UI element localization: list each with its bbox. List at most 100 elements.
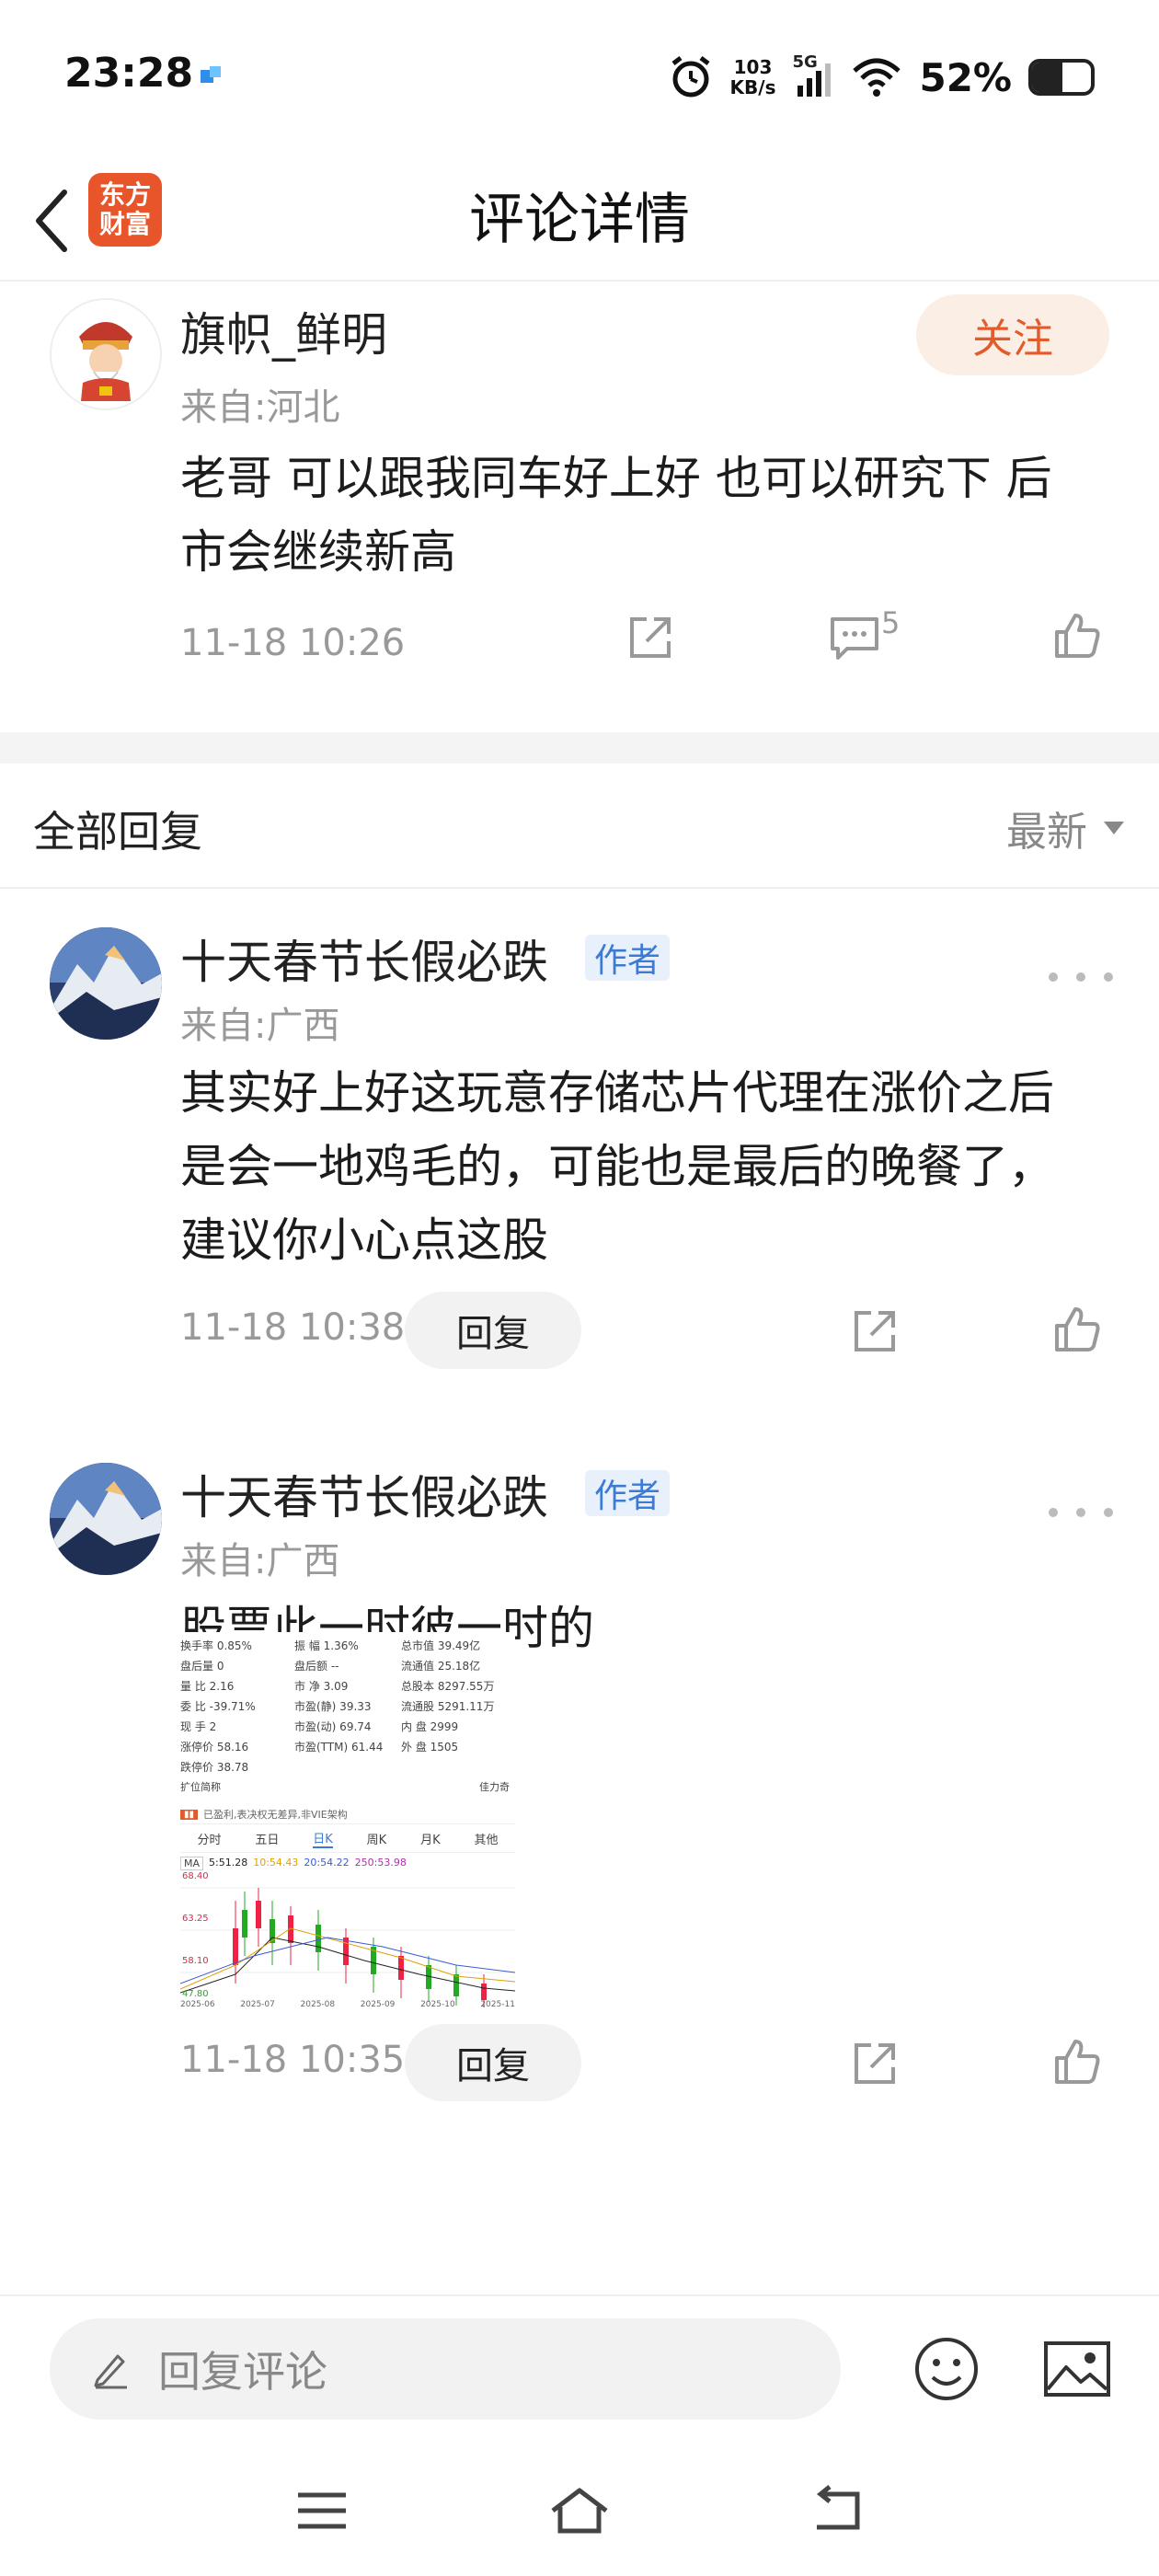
more-dot [1104,1508,1113,1517]
home-button[interactable] [543,2478,616,2543]
thumbs-up-icon [1055,1307,1100,1351]
signal-bars-icon [798,63,832,97]
comment-button[interactable] [822,605,887,670]
stock-stat: 内 盘 2999 [401,1720,459,1733]
avatar[interactable] [50,1463,162,1575]
stock-stat: 流通值 25.18亿 [401,1660,481,1673]
emoji-button[interactable] [907,2329,986,2409]
share-button[interactable] [843,1299,907,1363]
stock-tab: 五日 [255,1833,280,1847]
ma10-value: 10:54.43 [253,1857,299,1869]
reply-count: 5 [881,605,901,640]
share-button[interactable] [618,605,683,670]
ma20-value: 20:54.22 [304,1857,350,1869]
stock-stat: 市 净 3.09 [294,1680,349,1693]
stock-tab: 其他 [474,1833,499,1847]
user-name[interactable]: 十天春节长假必跌 [180,1461,548,1527]
menu-button[interactable] [285,2478,359,2543]
caret-down-icon [1104,822,1124,834]
reply-line: 是会一地鸡毛的，可能也是最后的晚餐了， [180,1140,1054,1193]
status-bar: 23:28 103 KB/s 5G 52% [0,0,1159,156]
battery-fill [1032,63,1063,92]
user-name[interactable]: 十天春节长假必跌 [180,926,548,992]
date-tick: 2025-09 [360,2000,396,2009]
reply-comment-input[interactable]: 回复评论 [50,2318,841,2420]
reply-line: 其实好上好这玩意存储芯片代理在涨价之后 [180,1066,1054,1120]
nav-header: 东方 财富 评论详情 [0,156,1159,282]
brand-label: 佳力奇 [479,1781,510,1793]
date-tick: 2025-06 [180,2000,215,2009]
more-options-button[interactable] [1049,1494,1113,1531]
like-button[interactable] [1045,2030,1109,2094]
original-comment: 旗帜_鲜明 来自:河北 关注 老哥 可以跟我同车好上好 也可以研究下 后 市会继… [0,282,1159,732]
comment-line: 市会继续新高 [180,525,456,579]
stock-stat: 流通股 5291.11万 [401,1700,495,1713]
battery-percent: 52% [919,54,1012,100]
author-badge: 作者 [585,935,671,981]
avatar[interactable] [50,298,162,410]
date-axis: 2025-06 2025-07 2025-08 2025-09 2025-10 2025-… [180,2000,515,2009]
stock-stat: 市盈(TTM) 61.44 [294,1741,384,1754]
more-dot [1076,972,1085,982]
user-name[interactable]: 旗帜_鲜明 [180,298,387,364]
avatar-mountain-icon [50,1463,162,1575]
image-button[interactable] [1038,2329,1117,2409]
stock-stat: 量 比 2.16 [180,1680,235,1693]
more-dot [1104,972,1113,982]
section-divider [0,732,1159,764]
stock-stat: 盘后额 -- [294,1660,339,1673]
stock-stat: 外 盘 1505 [401,1741,459,1754]
reply-button[interactable]: 回复 [405,1292,581,1369]
bottom-input-bar: 回复评论 [0,2294,1159,2442]
location-text: 来自:河北 [180,386,340,429]
reply-button[interactable]: 回复 [405,2024,581,2101]
system-nav-bar [0,2442,1159,2576]
stock-tab: 月K [420,1833,441,1847]
reply-item: 十天春节长假必跌 作者 来自:广西 其实好上好这玩意存储芯片代理在涨价之后 是会… [0,891,1159,1433]
back-nav-button[interactable] [800,2478,874,2543]
pencil-icon [94,2354,127,2389]
timestamp: 11-18 10:38 [180,1306,406,1349]
stock-tabs: 分时 五日 日K 周K 月K 其他 [180,1823,515,1853]
like-button[interactable] [1045,1297,1109,1362]
timestamp: 11-18 10:26 [180,622,406,664]
reply-line: 建议你小心点这股 [180,1213,548,1267]
reply-item: 十天春节长假必跌 作者 来自:广西 股票此一时彼一时的 换手率 0.85% 振 幅… [0,1426,1159,2291]
share-button[interactable] [843,2031,907,2096]
follow-button[interactable]: 关注 [916,294,1109,375]
more-dot [1076,1508,1085,1517]
ma250-value: 250:53.98 [354,1857,407,1869]
stock-tab: 日K [313,1829,333,1848]
stock-stat: 委 比 -39.71% [180,1700,256,1713]
share-icon [855,2043,895,2084]
stock-note-row: ▮▮ 已盈利,表决权无差异,非VIE架构 [180,1807,348,1822]
net-speed-value: 103 [733,56,773,78]
sort-label: 最新 [1006,809,1087,856]
like-button[interactable] [1045,604,1109,668]
thumbs-up-icon [1055,614,1100,658]
home-icon [551,2488,608,2534]
stock-stat: 市盈(静) 39.33 [294,1700,372,1713]
date-tick: 2025-10 [420,2000,455,2009]
more-dot [1049,972,1058,982]
timestamp: 11-18 10:35 [180,2039,406,2081]
app-notification-icon [201,66,221,83]
stock-stat: 总市值 39.49亿 [401,1639,481,1652]
replies-title: 全部回复 [33,807,202,857]
page-title: 评论详情 [469,188,690,252]
more-options-button[interactable] [1049,959,1113,995]
avatar[interactable] [50,927,162,1040]
date-tick: 2025-08 [300,2000,336,2009]
attached-stock-image[interactable]: 换手率 0.85% 振 幅 1.36% 总市值 39.49亿 盘后量 0 盘后额 -- 流… [180,1632,515,2013]
sort-button[interactable]: 最新 [1006,799,1126,857]
network-speed: 103 KB/s [730,57,776,98]
price-mid2: 58.10 [182,1956,209,1966]
stock-tab: 周K [366,1833,387,1847]
stock-stat: 总股本 8297.55万 [401,1680,495,1693]
comment-text: 老哥 可以跟我同车好上好 也可以研究下 后 市会继续新高 [180,442,1119,589]
status-time: 23:28 [64,50,194,97]
more-dot [1049,1508,1058,1517]
stock-stat: 现 手 2 [180,1720,217,1733]
cellular-signal: 5G [792,52,834,98]
ma-label: MA [180,1857,204,1870]
